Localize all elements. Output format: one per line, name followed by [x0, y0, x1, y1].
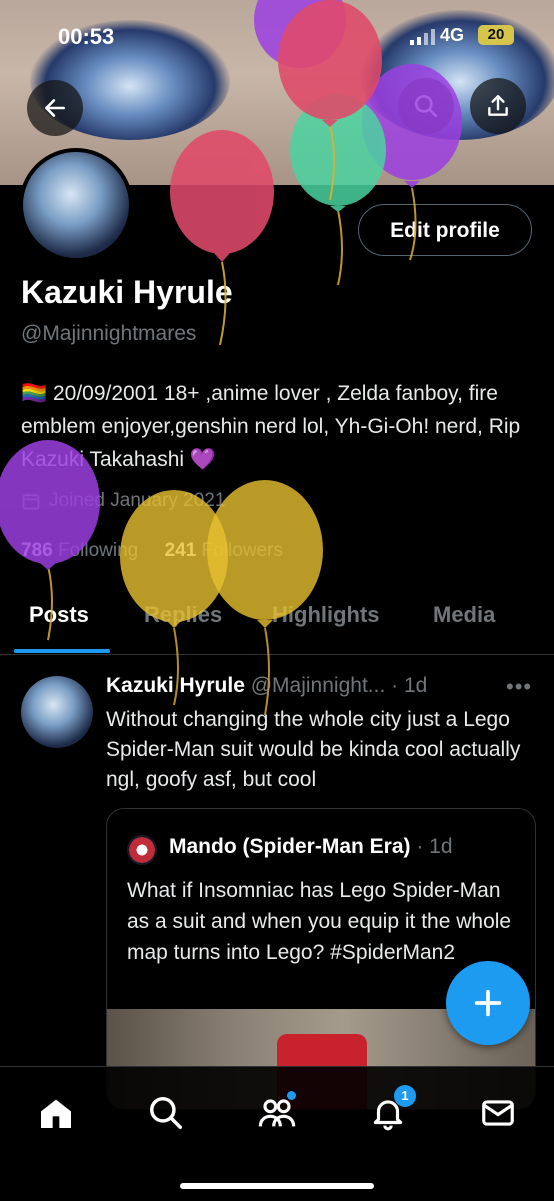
status-time: 00:53 — [58, 24, 115, 49]
network-type: 4G — [440, 25, 465, 45]
post-author[interactable]: Kazuki Hyrule — [106, 674, 245, 697]
quote-header: Mando (Spider-Man Era) · 1d — [169, 835, 453, 859]
tab-replies[interactable]: Replies — [144, 602, 222, 628]
share-icon — [488, 95, 508, 116]
following-count: 786 — [21, 540, 53, 561]
quote-avatar — [127, 835, 157, 865]
post-avatar[interactable] — [21, 676, 93, 748]
nav-messages[interactable] — [474, 1089, 522, 1137]
nav-home[interactable] — [32, 1089, 80, 1137]
search-icon — [414, 94, 438, 118]
bottom-navigation: 1 — [0, 1066, 554, 1201]
profile-bio: 🏳️‍🌈 20/09/2001 18+ ,anime lover , Zelda… — [21, 382, 521, 471]
profile-name: Kazuki Hyrule — [21, 274, 233, 310]
nav-search[interactable] — [142, 1089, 190, 1137]
followers-count: 241 — [164, 540, 197, 561]
communities-dot — [287, 1091, 296, 1100]
nav-notifications[interactable]: 1 — [364, 1085, 416, 1137]
follow-stats: 786 Following 241 Followers — [21, 540, 283, 562]
post-handle-time: @Majinnight... · 1d — [250, 674, 428, 697]
signal-icon — [410, 29, 435, 45]
compose-button[interactable] — [446, 961, 530, 1045]
messages-icon — [482, 1100, 514, 1126]
quoted-post[interactable]: Mando (Spider-Man Era) · 1d What if Inso… — [106, 808, 536, 1110]
tab-posts[interactable]: Posts — [29, 602, 89, 628]
notifications-badge: 1 — [394, 1085, 416, 1107]
quote-author: Mando (Spider-Man Era) — [169, 835, 411, 858]
quote-time: · 1d — [416, 835, 453, 858]
calendar-icon — [22, 493, 40, 510]
profile-avatar[interactable] — [19, 148, 133, 262]
tab-media[interactable]: Media — [433, 602, 495, 628]
quote-text: What if Insomniac has Lego Spider-Man as… — [127, 879, 512, 964]
joined-text: Joined January 2021 — [49, 490, 226, 511]
back-button[interactable] — [27, 80, 83, 136]
back-icon — [45, 99, 65, 117]
active-tab-indicator — [14, 649, 110, 653]
home-icon — [41, 1099, 71, 1128]
post-header: Kazuki Hyrule @Majinnight... · 1d — [106, 674, 427, 698]
home-indicator — [180, 1183, 374, 1189]
compose-icon — [474, 989, 502, 1017]
more-icon[interactable]: ••• — [506, 674, 532, 700]
edit-profile-button[interactable]: Edit profile — [358, 204, 532, 256]
search-profile-button[interactable] — [398, 78, 454, 134]
joined-date: Joined January 2021 — [21, 490, 225, 512]
followers-link[interactable]: 241 Followers — [165, 540, 283, 561]
following-label: Following — [57, 540, 139, 561]
battery-indicator: 20 — [478, 25, 514, 45]
post-text: Without changing the whole city just a L… — [106, 708, 521, 791]
share-button[interactable] — [470, 78, 526, 134]
profile-handle: @Majinnightmares — [21, 322, 197, 345]
tab-highlights[interactable]: Highlights — [272, 602, 380, 628]
nav-communities[interactable] — [253, 1089, 301, 1137]
search-icon — [150, 1097, 182, 1129]
followers-label: Followers — [201, 540, 283, 561]
following-link[interactable]: 786 Following — [21, 540, 138, 561]
profile-tabs: Posts Replies Highlights Media — [0, 596, 554, 655]
